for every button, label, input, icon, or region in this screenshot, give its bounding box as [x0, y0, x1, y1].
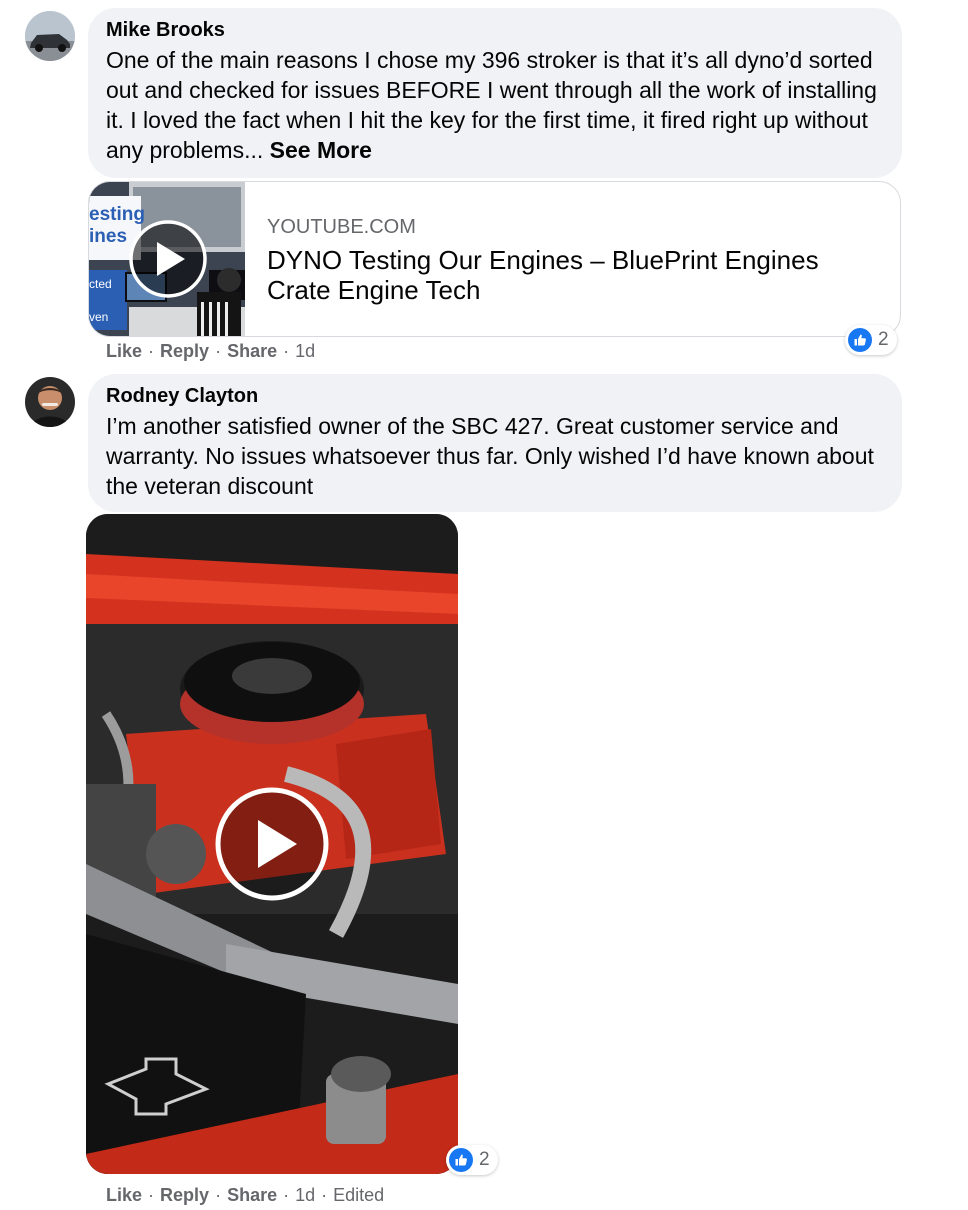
- separator: ·: [321, 1185, 328, 1205]
- link-domain: YOUTUBE.COM: [267, 216, 416, 238]
- like-button[interactable]: Like: [106, 1185, 142, 1205]
- thumbs-up-icon: [449, 1148, 473, 1172]
- comment-text: One of the main reasons I chose my 396 s…: [106, 45, 892, 165]
- thumb-text-2: ines: [89, 226, 127, 247]
- thumb-text-3: cted: [89, 277, 112, 291]
- reaction-summary-1[interactable]: 2: [845, 325, 897, 355]
- reaction-count: 2: [878, 329, 889, 350]
- reaction-summary-2[interactable]: 2: [446, 1145, 498, 1175]
- comment-body: One of the main reasons I chose my 396 s…: [106, 47, 877, 163]
- comment-actions-2: Like · Reply · Share · 1d · Edited: [106, 1185, 384, 1206]
- comment-actions-1: Like · Reply · Share · 1d: [106, 341, 315, 362]
- thumb-text-1: esting: [89, 204, 145, 225]
- share-button[interactable]: Share: [227, 1185, 277, 1205]
- thumbs-up-icon: [848, 328, 872, 352]
- link-title[interactable]: DYNO Testing Our Engines – BluePrint Eng…: [267, 245, 877, 305]
- link-preview-card[interactable]: esting ines cted ven YOUTUBE.COM DYNO Te…: [88, 181, 901, 337]
- timestamp[interactable]: 1d: [295, 1185, 315, 1205]
- comment-body: I’m another satisfied owner of the SBC 4…: [106, 413, 874, 499]
- avatar-mike-brooks[interactable]: [25, 11, 75, 61]
- see-more-link[interactable]: See More: [270, 137, 372, 163]
- comment-author[interactable]: Rodney Clayton: [106, 385, 258, 408]
- separator: ·: [283, 341, 290, 361]
- separator: ·: [148, 1185, 155, 1205]
- reply-button[interactable]: Reply: [160, 341, 209, 361]
- share-button[interactable]: Share: [227, 341, 277, 361]
- separator: ·: [215, 341, 222, 361]
- comment-text: I’m another satisfied owner of the SBC 4…: [106, 411, 888, 501]
- separator: ·: [215, 1185, 222, 1205]
- link-thumbnail[interactable]: esting ines cted ven: [89, 182, 245, 336]
- reaction-count: 2: [479, 1149, 490, 1170]
- reply-button[interactable]: Reply: [160, 1185, 209, 1205]
- separator: ·: [283, 1185, 290, 1205]
- avatar-rodney-clayton[interactable]: [25, 377, 75, 427]
- like-button[interactable]: Like: [106, 341, 142, 361]
- play-icon[interactable]: [129, 220, 207, 298]
- timestamp[interactable]: 1d: [295, 341, 315, 361]
- comment-author[interactable]: Mike Brooks: [106, 19, 225, 42]
- edited-label[interactable]: Edited: [333, 1185, 384, 1205]
- play-icon[interactable]: [215, 787, 329, 901]
- separator: ·: [148, 341, 155, 361]
- thumb-text-4: ven: [89, 310, 108, 324]
